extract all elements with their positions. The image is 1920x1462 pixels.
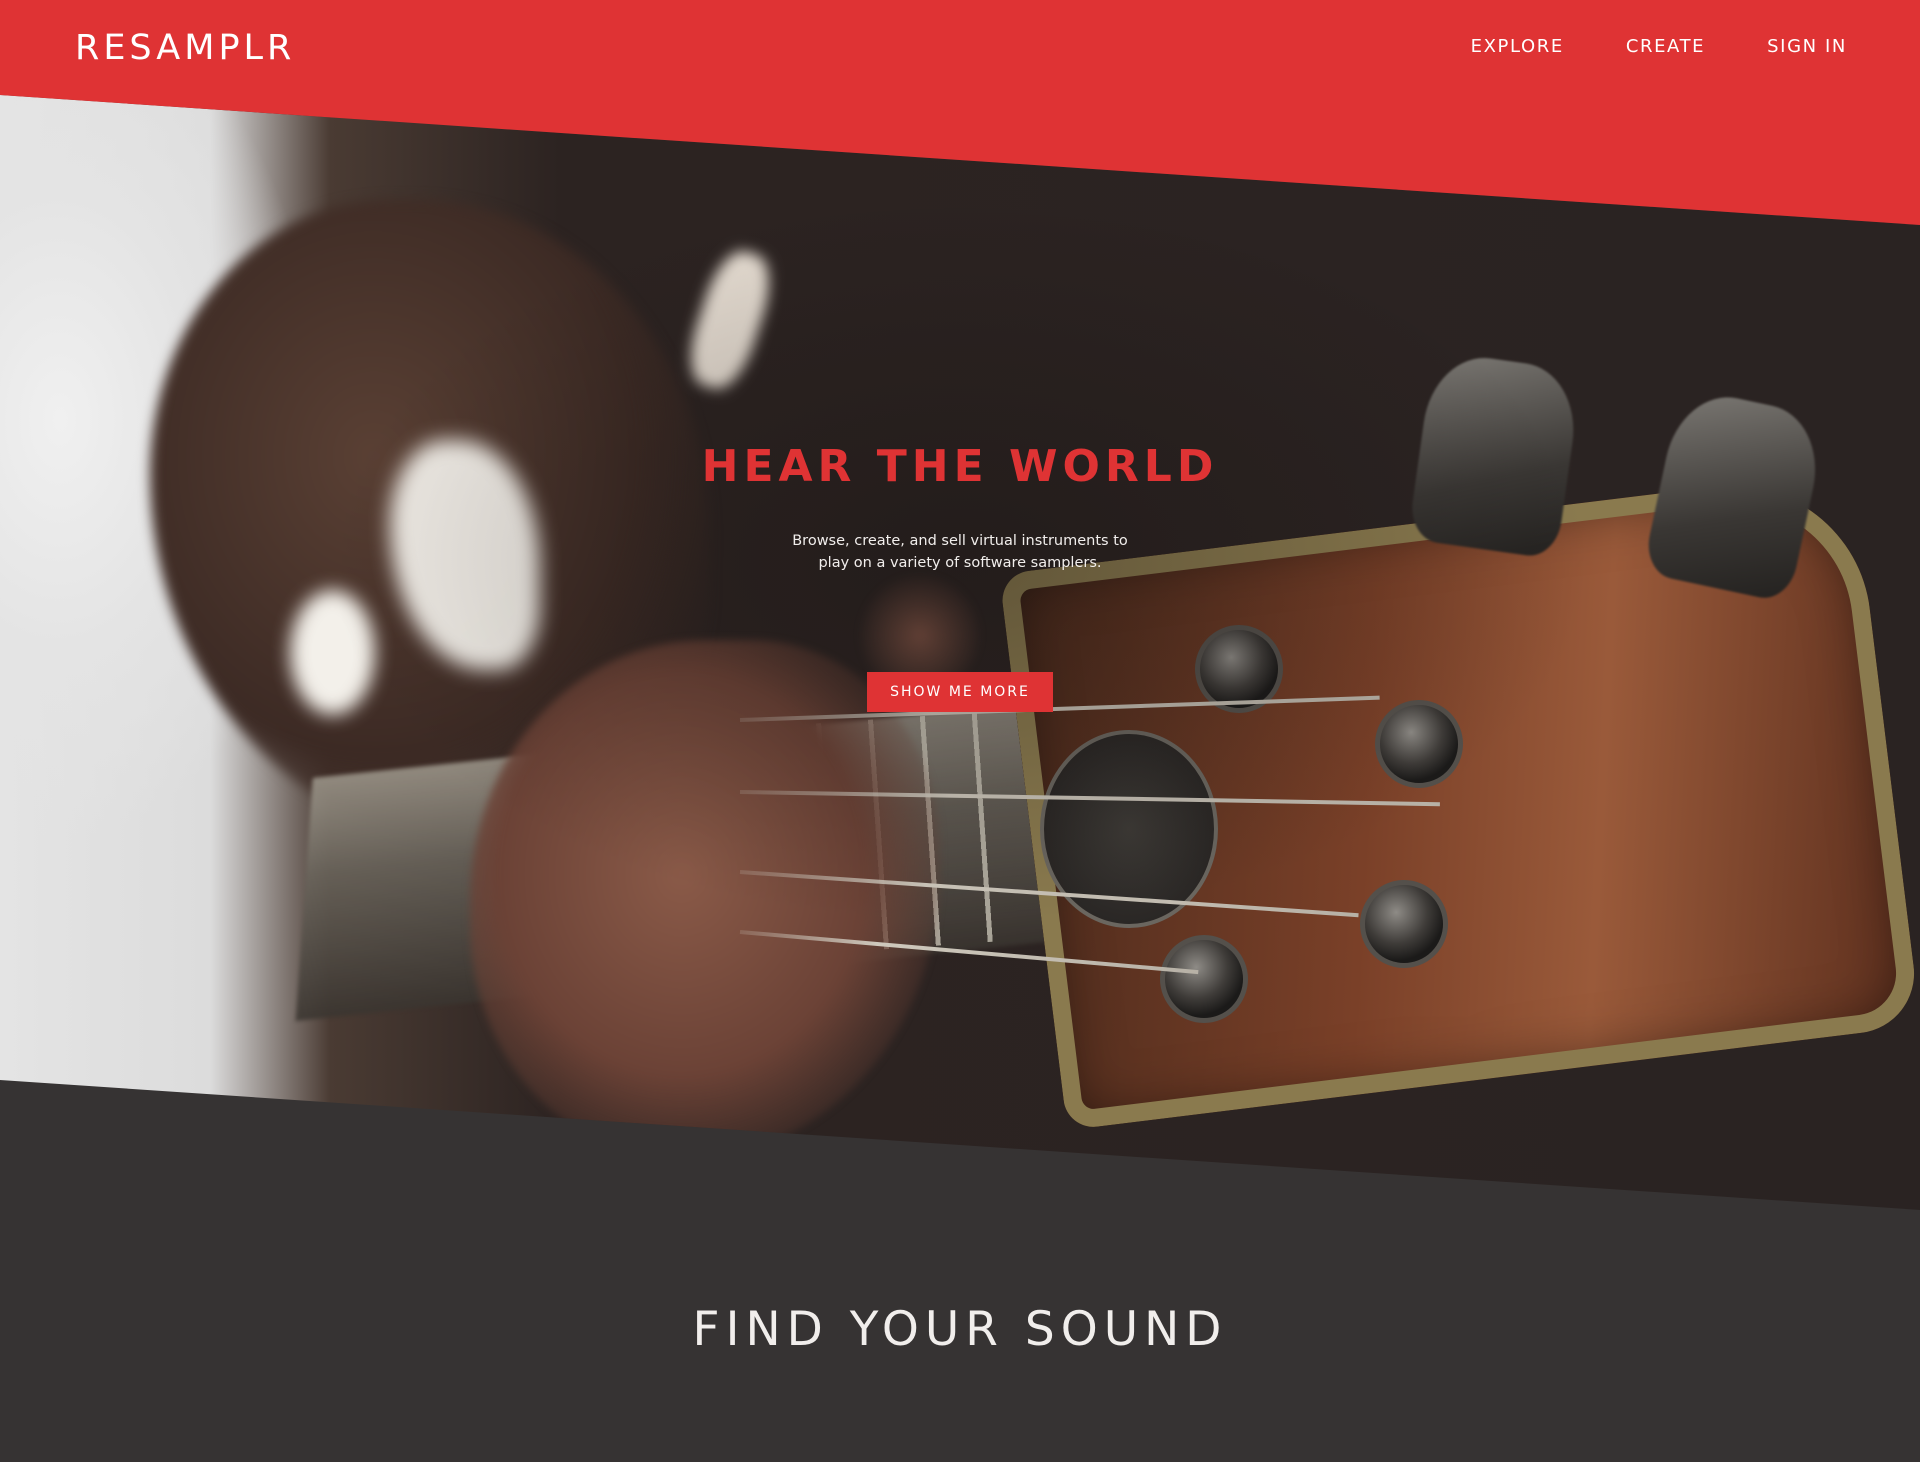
hero-copy: HEAR THE WORLD Browse, create, and sell … — [0, 438, 1920, 712]
nav-sign-in-link[interactable]: SIGN IN — [1767, 36, 1847, 57]
page: RESAMPLR EXPLORE CREATE SIGN IN HEAR THE… — [0, 0, 1920, 1462]
hero-title: HEAR THE WORLD — [701, 441, 1219, 492]
nav-explore-link[interactable]: EXPLORE — [1471, 36, 1564, 57]
nav-create-link[interactable]: CREATE — [1626, 36, 1705, 57]
show-me-more-button[interactable]: SHOW ME MORE — [867, 672, 1053, 712]
brand-logo[interactable]: RESAMPLR — [75, 28, 295, 68]
section-title: FIND YOUR SOUND — [692, 1302, 1228, 1357]
main-nav: EXPLORE CREATE SIGN IN — [1471, 36, 1847, 57]
hero-description: Browse, create, and sell virtual instrum… — [792, 533, 1128, 571]
